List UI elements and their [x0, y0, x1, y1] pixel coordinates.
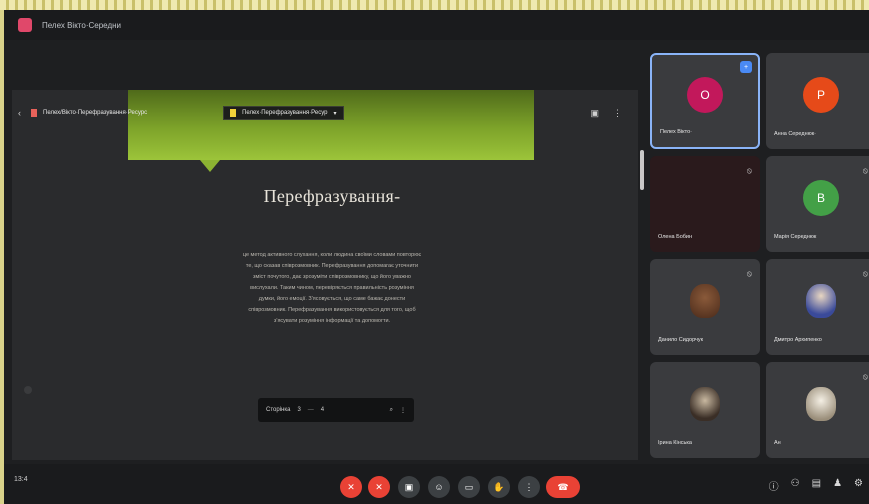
- pin-icon[interactable]: +: [740, 61, 752, 73]
- slide-line: це метод активного слухання, коли людина…: [242, 252, 422, 258]
- tab-2-dropdown-icon[interactable]: ▾: [333, 110, 336, 117]
- slide-line: співрозмовник. Перефразування використов…: [248, 307, 416, 313]
- page-total: 4: [320, 407, 325, 413]
- slide-line: з'ясувати розуміння інформації та допомо…: [273, 318, 391, 324]
- slide-banner-notch: [200, 160, 220, 172]
- left-nav-dot: [24, 386, 32, 394]
- participant-photo: [806, 387, 836, 422]
- participant-name: Марія Середнюк: [774, 234, 817, 240]
- page-label: Сторінка: [266, 407, 291, 413]
- zoom-icon[interactable]: ⌕: [390, 407, 393, 414]
- more-options-button[interactable]: ⋮: [518, 476, 540, 498]
- people-icon[interactable]: ⚇: [791, 478, 800, 493]
- title-bar: Пелех Вікто·Середни: [4, 10, 869, 40]
- meet-logo-icon: [18, 18, 32, 32]
- participant-name: Анна Середнюк·: [774, 131, 816, 137]
- tab-2-label: Пелех·Перефразування·Ресур: [242, 110, 328, 116]
- participant-tile[interactable]: О + Пелех Вікто·: [650, 53, 760, 149]
- slide-line: вислухали. Таким чином, перевіряється пр…: [250, 285, 414, 291]
- mic-off-icon: ⦸: [862, 372, 868, 381]
- participant-name: Олена Бобин: [658, 234, 693, 240]
- window-title: Пелех Вікто·Середни: [42, 20, 121, 30]
- tab-1-label: Пелех/Вікто·Перефразування·Ресурс: [43, 110, 148, 116]
- page-separator: —: [307, 407, 314, 413]
- meeting-time: 13:4: [14, 476, 28, 483]
- avatar: Р: [803, 77, 839, 114]
- back-arrow-icon[interactable]: ‹: [18, 108, 21, 118]
- participant-name: Данило Сидорчук: [658, 337, 704, 343]
- participant-name: Дмитро Архипенко: [774, 337, 822, 343]
- info-icon[interactable]: ⓘ: [769, 478, 779, 493]
- participant-name: Ан: [774, 440, 781, 446]
- emoji-button[interactable]: ☺: [428, 476, 450, 498]
- mic-off-icon: ⦸: [862, 269, 868, 278]
- mic-off-button[interactable]: ✕: [340, 476, 362, 498]
- slide-line: зміст почутого, дає зрозуміти співрозмов…: [253, 274, 411, 280]
- present-button[interactable]: ▭: [458, 476, 480, 498]
- page-current[interactable]: 3: [297, 407, 300, 413]
- right-toolbar: ⓘ ⚇ ▤ ♟ ⚙: [769, 478, 863, 493]
- participant-tile[interactable]: В ⦸ Марія Середнюк: [766, 156, 869, 252]
- presentation-area: ‹ Пелех/Вікто·Перефразування·Ресурс Пеле…: [12, 90, 644, 460]
- participant-photo: [690, 387, 720, 422]
- participant-name: Ірина Кінська: [658, 440, 692, 446]
- meet-window: Пелех Вікто·Середни ‹ Пелех/Вікто·Перефр…: [4, 10, 869, 504]
- avatar: О: [687, 77, 723, 114]
- page-more-icon[interactable]: ⋮: [400, 407, 406, 414]
- mic-off-icon: ⦸: [746, 269, 752, 278]
- participant-tile[interactable]: ⦸ Олена Бобин: [650, 156, 760, 252]
- presentation-tab-1[interactable]: Пелех/Вікто·Перефразування·Ресурс: [25, 106, 153, 120]
- slide-scrollbar[interactable]: [640, 150, 644, 190]
- fullscreen-icon[interactable]: ▣: [590, 108, 599, 119]
- participant-tile[interactable]: Ірина Кінська: [650, 362, 760, 458]
- participant-tile[interactable]: ⦸ Данило Сидорчук: [650, 259, 760, 355]
- presentation-more-icon[interactable]: ⋮: [613, 108, 622, 119]
- tab-2-color-icon: [230, 109, 237, 117]
- chat-icon[interactable]: ▤: [812, 478, 821, 493]
- participant-tile[interactable]: ⦸ Ан: [766, 362, 869, 458]
- top-border: [0, 0, 869, 10]
- participant-tile[interactable]: Р Анна Середнюк·: [766, 53, 869, 149]
- mic-off-icon: ⦸: [746, 166, 752, 175]
- leave-call-button[interactable]: ☎: [546, 476, 580, 498]
- host-controls-icon[interactable]: ⚙: [854, 478, 863, 493]
- participant-photo: [806, 284, 836, 319]
- slide-banner: [128, 90, 534, 160]
- control-bar: 13:4 ✕ ✕ ▣ ☺ ▭ ✋ ⋮ ☎ ⓘ ⚇ ▤ ♟ ⚙: [4, 464, 869, 504]
- participant-photo: [690, 284, 720, 319]
- slide-line: думки, його емоції. З'ясовується, що сам…: [258, 296, 406, 302]
- page-control: Сторінка 3 — 4 ⌕ ⋮: [258, 398, 414, 422]
- avatar: В: [803, 180, 839, 217]
- tab-1-color-icon: [31, 109, 37, 117]
- activities-icon[interactable]: ♟: [833, 478, 842, 493]
- slide-body: це метод активного слухання, коли людина…: [162, 250, 502, 327]
- raise-hand-button[interactable]: ✋: [488, 476, 510, 498]
- presentation-tab-2[interactable]: Пелех·Перефразування·Ресур ▾: [223, 106, 344, 120]
- slide-line: те, що сказав співрозмовник. Перефразува…: [245, 263, 419, 269]
- participant-tile[interactable]: ⦸ Дмитро Архипенко: [766, 259, 869, 355]
- camera-off-button[interactable]: ✕: [368, 476, 390, 498]
- presentation-tab-bar: ‹ Пелех/Вікто·Перефразування·Ресурс Пеле…: [18, 104, 630, 122]
- participant-name: Пелех Вікто·: [660, 129, 692, 135]
- slide-title: Перефразування-: [263, 186, 401, 206]
- captions-button[interactable]: ▣: [398, 476, 420, 498]
- mic-off-icon: ⦸: [862, 166, 868, 175]
